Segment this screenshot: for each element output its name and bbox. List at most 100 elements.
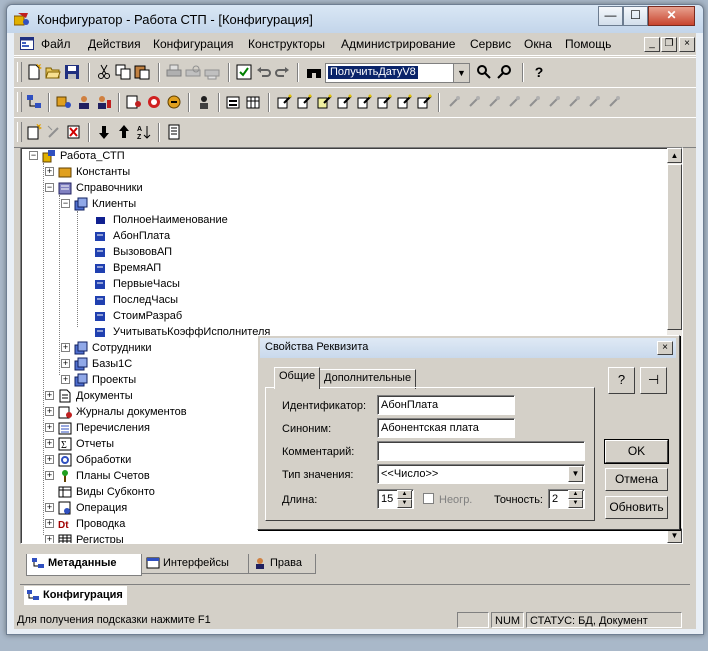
- expand-icon[interactable]: +: [45, 519, 54, 528]
- scroll-thumb[interactable]: [667, 164, 682, 330]
- disabled-wizard-4-icon[interactable]: [506, 94, 522, 110]
- print-icon[interactable]: [166, 64, 182, 80]
- menu-administration[interactable]: Администрирование: [341, 37, 455, 51]
- expand-icon[interactable]: +: [45, 455, 54, 464]
- procedure-combo[interactable]: ПолучитьДатуV8 ▼: [325, 63, 470, 83]
- arrow-down-icon[interactable]: [96, 124, 112, 140]
- syntax-check-icon[interactable]: [236, 64, 252, 80]
- users-icon[interactable]: [76, 94, 92, 110]
- toolbar-grip[interactable]: [17, 62, 22, 82]
- disabled-wizard-2-icon[interactable]: [466, 94, 482, 110]
- test-run-icon[interactable]: [166, 94, 182, 110]
- chevron-down-icon[interactable]: ▼: [568, 466, 583, 482]
- type-select[interactable]: <<Число>> ▼: [377, 464, 585, 484]
- update-button[interactable]: Обновить: [605, 496, 668, 519]
- pin-button[interactable]: ⊣: [640, 367, 667, 394]
- wizard-8-icon[interactable]: [416, 94, 432, 110]
- copy-icon[interactable]: [115, 64, 131, 80]
- expand-icon[interactable]: +: [45, 471, 54, 480]
- chevron-down-icon[interactable]: ▼: [453, 64, 469, 82]
- configuration-tree-icon[interactable]: [26, 94, 42, 110]
- tab-additional[interactable]: Дополнительные: [319, 369, 417, 389]
- minimize-button[interactable]: —: [598, 6, 623, 26]
- wizard-2-icon[interactable]: [296, 94, 312, 110]
- help-icon[interactable]: ?: [531, 64, 547, 80]
- expand-icon[interactable]: +: [45, 423, 54, 432]
- synonym-field[interactable]: Абонентская плата: [377, 418, 515, 438]
- close-button[interactable]: ✕: [648, 6, 695, 26]
- menu-configuration[interactable]: Конфигурация: [153, 37, 234, 51]
- disabled-wizard-9-icon[interactable]: [606, 94, 622, 110]
- wizard-6-icon[interactable]: [376, 94, 392, 110]
- save-disk-icon[interactable]: [64, 64, 80, 80]
- debugger-icon[interactable]: [196, 94, 212, 110]
- comment-field[interactable]: [377, 441, 585, 461]
- wizard-5-icon[interactable]: [356, 94, 372, 110]
- disabled-wizard-3-icon[interactable]: [486, 94, 502, 110]
- sort-az-icon[interactable]: AZ: [136, 124, 152, 140]
- constants-icon[interactable]: [56, 94, 72, 110]
- expand-icon[interactable]: +: [45, 391, 54, 400]
- redo-icon[interactable]: [274, 64, 290, 80]
- length-spinner[interactable]: ▲ ▼: [397, 490, 412, 508]
- disabled-wizard-8-icon[interactable]: [586, 94, 602, 110]
- menu-file[interactable]: Файл: [41, 37, 71, 51]
- scroll-up-icon[interactable]: ▲: [667, 148, 682, 163]
- journal-icon[interactable]: [126, 94, 142, 110]
- nonnegative-checkbox[interactable]: [423, 493, 434, 504]
- wizard-3-icon[interactable]: [316, 94, 332, 110]
- spin-down-icon[interactable]: ▼: [568, 499, 583, 508]
- menu-actions[interactable]: Действия: [88, 37, 141, 51]
- rights-icon[interactable]: [96, 94, 112, 110]
- expand-icon[interactable]: +: [61, 375, 70, 384]
- title-bar[interactable]: Конфигуратор - Работа СТП - [Конфигураци…: [7, 5, 703, 33]
- disabled-wizard-6-icon[interactable]: [546, 94, 562, 110]
- find-binoculars-icon[interactable]: [306, 64, 322, 80]
- collapse-icon[interactable]: −: [45, 183, 54, 192]
- wizard-7-icon[interactable]: [396, 94, 412, 110]
- expand-icon[interactable]: +: [45, 439, 54, 448]
- find-previous-icon[interactable]: [496, 64, 512, 80]
- spin-up-icon[interactable]: ▲: [397, 490, 412, 499]
- expand-icon[interactable]: +: [45, 167, 54, 176]
- open-folder-icon[interactable]: [45, 64, 61, 80]
- delete-item-icon[interactable]: [66, 124, 82, 140]
- menu-help[interactable]: Помощь: [565, 37, 611, 51]
- disabled-wizard-5-icon[interactable]: [526, 94, 542, 110]
- menu-windows[interactable]: Окна: [524, 37, 552, 51]
- expand-icon[interactable]: +: [61, 343, 70, 352]
- print-setup-icon[interactable]: [204, 64, 220, 80]
- find-next-icon[interactable]: [476, 64, 492, 80]
- identifier-field[interactable]: АбонПлата: [377, 395, 515, 415]
- ok-button[interactable]: OK: [604, 439, 669, 464]
- expand-icon[interactable]: +: [45, 535, 54, 543]
- undo-icon[interactable]: [256, 64, 272, 80]
- dialog-title-bar[interactable]: Свойства Реквизита ×: [260, 338, 676, 358]
- maximize-button[interactable]: ☐: [623, 6, 648, 26]
- document-window-icon[interactable]: [20, 37, 34, 50]
- wizard-4-icon[interactable]: [336, 94, 352, 110]
- properties-icon[interactable]: [166, 124, 182, 140]
- form-designer-icon[interactable]: [226, 94, 242, 110]
- mdi-restore-button[interactable]: ❐: [661, 37, 677, 52]
- print-preview-icon[interactable]: [185, 64, 201, 80]
- mdi-close-button[interactable]: ×: [679, 37, 695, 52]
- table-designer-icon[interactable]: [246, 94, 262, 110]
- tab-interfaces[interactable]: Интерфейсы: [141, 554, 249, 574]
- expand-icon[interactable]: +: [45, 503, 54, 512]
- tab-general[interactable]: Общие: [274, 367, 321, 389]
- new-document-icon[interactable]: [26, 64, 42, 80]
- menu-designers[interactable]: Конструкторы: [248, 37, 325, 51]
- paste-clipboard-icon[interactable]: [134, 64, 150, 80]
- cancel-button[interactable]: Отмена: [605, 468, 668, 491]
- edit-item-icon[interactable]: [46, 124, 62, 140]
- cut-scissors-icon[interactable]: [96, 64, 112, 80]
- scroll-down-icon[interactable]: ▼: [667, 528, 682, 543]
- expand-icon[interactable]: +: [45, 407, 54, 416]
- tab-metadata[interactable]: Метаданные: [26, 554, 142, 576]
- window-tab-configuration[interactable]: Конфигурация: [24, 586, 127, 605]
- wizard-1-icon[interactable]: [276, 94, 292, 110]
- disabled-wizard-7-icon[interactable]: [566, 94, 582, 110]
- precision-spinner[interactable]: ▲ ▼: [568, 490, 583, 508]
- dialog-close-button[interactable]: ×: [657, 341, 673, 355]
